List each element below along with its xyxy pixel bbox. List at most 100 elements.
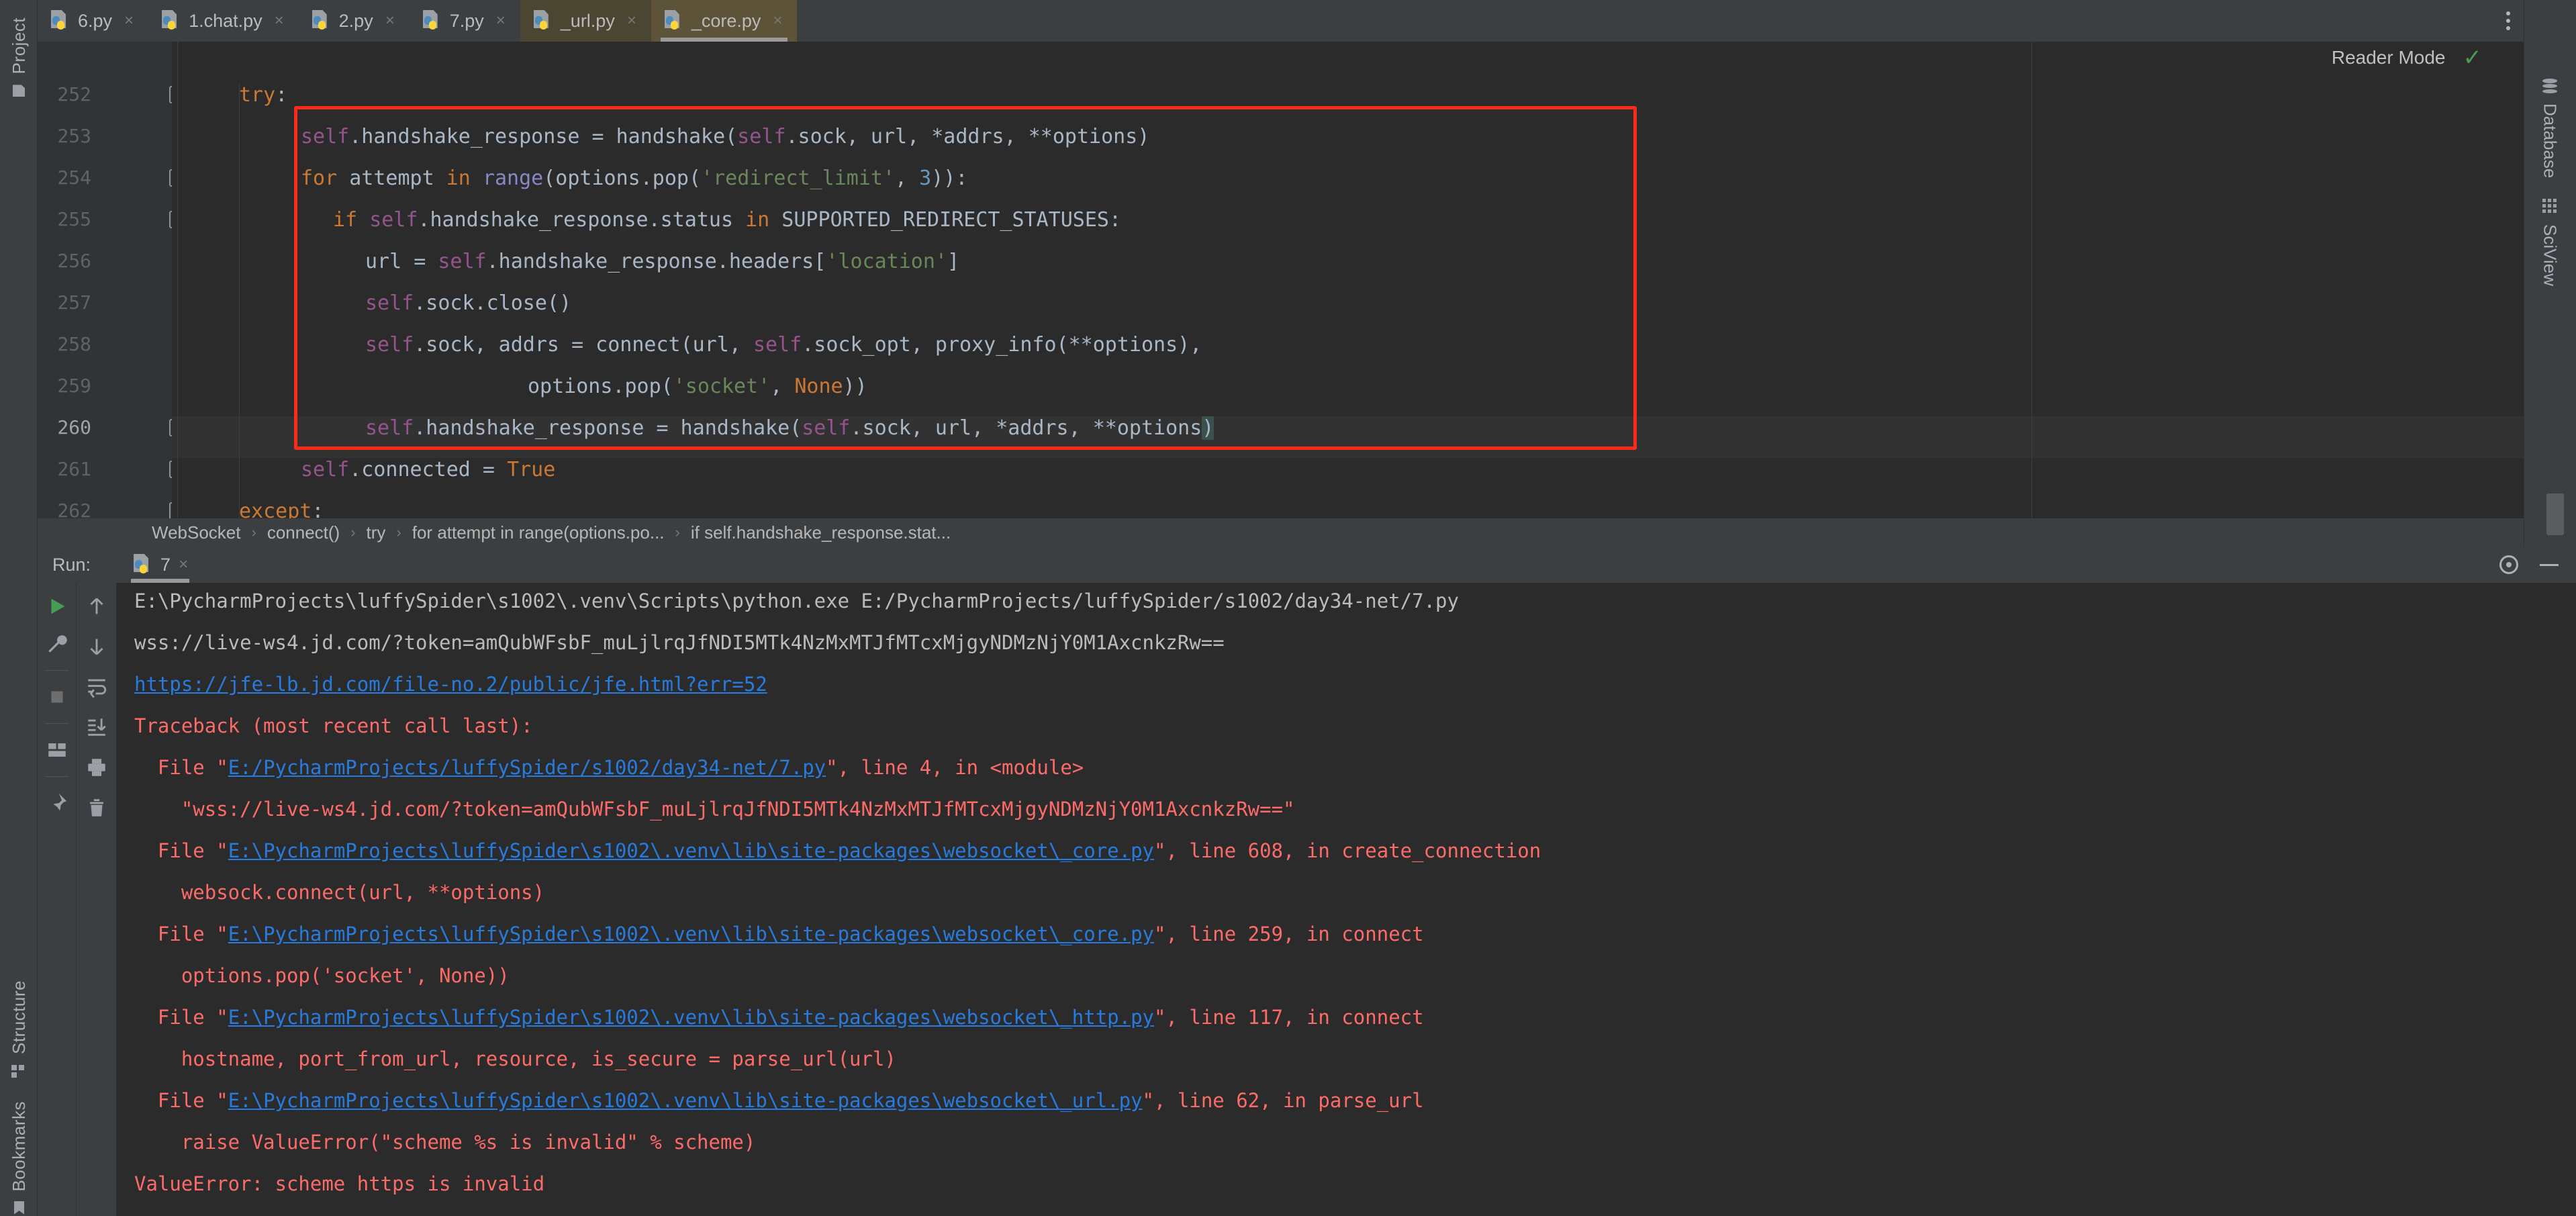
soft-wrap-icon[interactable]: [85, 675, 108, 698]
tab-close-icon[interactable]: ×: [275, 11, 284, 30]
bookmarks-label: Bookmarks: [8, 1101, 29, 1192]
console-line-file-3: File "E:\PycharmProjects\luffySpider\s10…: [134, 923, 1424, 945]
down-arrow-icon[interactable]: [85, 635, 108, 658]
print-icon[interactable]: [85, 756, 108, 779]
tab-corepy[interactable]: _core.py ×: [651, 0, 798, 42]
stop-icon[interactable]: [46, 686, 68, 708]
file-path-link[interactable]: E:\PycharmProjects\luffySpider\s1002\.ve…: [228, 1089, 1143, 1112]
toolbar-divider: [45, 776, 68, 777]
editor-tab-bar[interactable]: 6.py × 1.chat.py × 2.py × 7.py × _url.py…: [38, 0, 2524, 42]
tab-urlpy[interactable]: _url.py ×: [520, 0, 651, 42]
tab-close-icon[interactable]: ×: [385, 11, 395, 30]
file-path-link[interactable]: E:\PycharmProjects\luffySpider\s1002\.ve…: [228, 923, 1154, 945]
tab-close-icon[interactable]: ×: [124, 11, 134, 30]
breadcrumb-item-websocket[interactable]: WebSocket: [152, 522, 240, 543]
sidebar-item-bookmarks[interactable]: Bookmarks: [0, 1101, 38, 1216]
file-path-link[interactable]: E:/PycharmProjects/luffySpider/s1002/day…: [228, 756, 826, 779]
console-line-file-2: File "E:\PycharmProjects\luffySpider\s10…: [134, 839, 1541, 862]
sidebar-item-sciview[interactable]: SciView: [2524, 199, 2576, 286]
console-line-wss-url: wss://live-ws4.jd.com/?token=amQubWFsbF_…: [134, 631, 1225, 654]
run-label: Run:: [52, 554, 91, 575]
database-icon: [2542, 78, 2557, 93]
breadcrumb[interactable]: WebSocket › connect() › try › for attemp…: [38, 518, 2524, 547]
run-tool-window: E:\PycharmProjects\luffySpider\s1002\.ve…: [38, 583, 2576, 1216]
bookmark-icon: [11, 1201, 26, 1216]
code-line-254: for attempt in range(options.pop('redire…: [301, 167, 968, 190]
structure-label: Structure: [8, 980, 29, 1054]
tab-2py[interactable]: 2.py ×: [299, 0, 410, 42]
breadcrumb-item-for[interactable]: for attempt in range(options.po...: [412, 522, 665, 543]
sidebar-item-database[interactable]: Database: [2524, 78, 2576, 178]
wrench-icon[interactable]: [46, 633, 68, 655]
structure-icon: [11, 1064, 26, 1078]
console-line-traceback-header: Traceback (most recent call last):: [134, 714, 533, 737]
layout-icon[interactable]: [46, 739, 68, 761]
tab-label: 2.py: [338, 10, 373, 31]
line-number: 258: [57, 333, 91, 355]
breadcrumb-item-if[interactable]: if self.handshake_response.stat...: [691, 522, 951, 543]
code-line-259: options.pop('socket', None)): [528, 375, 867, 398]
left-tool-strip: Project Structure Bookmarks: [0, 0, 38, 1216]
console-line-code-1: "wss://live-ws4.jd.com/?token=amQubWFsbF…: [134, 798, 1295, 821]
toolbar-divider: [45, 723, 68, 724]
more-options-icon: [2506, 11, 2510, 30]
rerun-icon[interactable]: [46, 595, 68, 618]
run-actions-toolbar-right[interactable]: [77, 583, 117, 1216]
tab-1chatpy[interactable]: 1.chat.py ×: [148, 0, 299, 42]
tab-label: _url.py: [560, 10, 615, 31]
python-file-icon: [132, 554, 152, 575]
scroll-to-end-icon[interactable]: [85, 716, 108, 739]
line-number-current: 260: [57, 416, 91, 438]
tab-close-icon[interactable]: ×: [773, 11, 782, 30]
code-line-262: except:: [239, 500, 324, 518]
checkmark-icon: ✓: [2463, 45, 2483, 71]
tab-7py[interactable]: 7.py ×: [410, 0, 520, 42]
run-config-tab-7[interactable]: 7 ×: [126, 547, 195, 583]
line-number: 256: [57, 250, 91, 272]
tab-close-icon[interactable]: ×: [627, 11, 636, 30]
code-line-258: self.sock, addrs = connect(url, self.soc…: [365, 333, 1202, 357]
file-suffix: ", line 4, in <module>: [826, 756, 1084, 779]
file-path-link[interactable]: E:\PycharmProjects\luffySpider\s1002\.ve…: [228, 839, 1154, 862]
toolbar-divider: [45, 670, 68, 671]
console-line-code-2: websock.connect(url, **options): [134, 881, 545, 904]
file-suffix: ", line 259, in connect: [1154, 923, 1424, 945]
tab-6py[interactable]: 6.py ×: [38, 0, 148, 42]
file-prefix: File ": [134, 839, 228, 862]
tab-bar-overflow-button[interactable]: [2493, 0, 2524, 42]
line-number: 261: [57, 458, 91, 480]
up-arrow-icon[interactable]: [85, 595, 108, 618]
file-suffix: ", line 62, in parse_url: [1142, 1089, 1424, 1112]
line-number: 253: [57, 125, 91, 147]
code-line-260: self.handshake_response = handshake(self…: [365, 416, 1214, 440]
minimize-icon[interactable]: [2540, 563, 2559, 566]
sidebar-item-structure[interactable]: Structure: [0, 980, 38, 1078]
tab-label: 6.py: [78, 10, 113, 31]
breadcrumb-separator-icon: ›: [396, 524, 401, 541]
right-tool-strip: Database SciView: [2524, 0, 2576, 547]
file-path-link[interactable]: E:\PycharmProjects\luffySpider\s1002\.ve…: [228, 1006, 1154, 1029]
trash-icon[interactable]: [85, 796, 108, 819]
line-number: 254: [57, 167, 91, 189]
breadcrumb-item-try[interactable]: try: [367, 522, 386, 543]
code-line-257: self.sock.close(): [365, 291, 572, 315]
python-file-icon: [311, 10, 331, 32]
grid-icon: [2542, 199, 2557, 214]
gear-icon[interactable]: [2499, 555, 2518, 574]
editor-text-area[interactable]: try: self.handshake_response = handshake…: [172, 42, 2524, 518]
sidebar-item-project[interactable]: Project: [0, 17, 38, 98]
file-prefix: File ": [134, 923, 228, 945]
editor-gutter[interactable]: 252 253 254 255 256 257 258 259 260 261 …: [38, 42, 187, 554]
tab-close-icon[interactable]: ×: [496, 11, 506, 30]
run-tab-close-icon[interactable]: ×: [179, 555, 188, 574]
reader-mode-indicator[interactable]: Reader Mode ✓: [2332, 42, 2482, 74]
breadcrumb-item-connect[interactable]: connect(): [267, 522, 340, 543]
editor-scrollbar-thumb[interactable]: [2546, 494, 2564, 535]
pycharm-window: Project Structure Bookmarks 6.py × 1.cha…: [0, 0, 2576, 1216]
project-folder-icon: [11, 83, 26, 98]
console-line-link[interactable]: https://jfe-lb.jd.com/file-no.2/public/j…: [134, 673, 767, 696]
console-output[interactable]: E:\PycharmProjects\luffySpider\s1002\.ve…: [117, 583, 2576, 1216]
code-editor[interactable]: 252 253 254 255 256 257 258 259 260 261 …: [38, 42, 2524, 554]
pin-icon[interactable]: [46, 792, 68, 814]
run-actions-toolbar-left[interactable]: [38, 583, 77, 1216]
